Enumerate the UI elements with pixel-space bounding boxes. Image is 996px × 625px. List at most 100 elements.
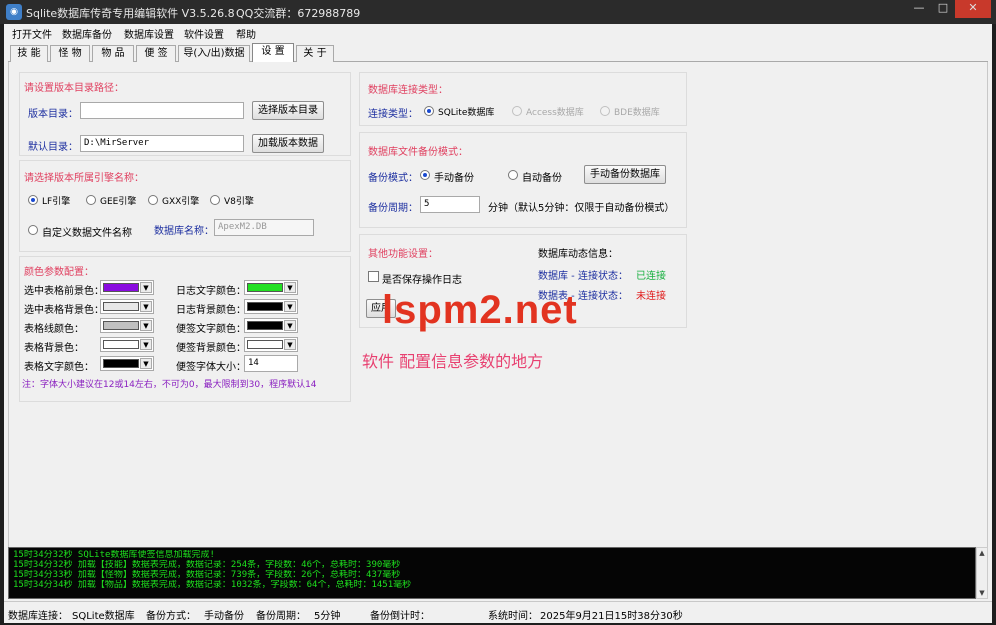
- color-panel-title: 颜色参数配置：: [24, 267, 94, 278]
- version-dir-input[interactable]: [80, 102, 244, 119]
- log-line: 15时34分34秒 加载【物品】数据表完成，数据记录：1032条，字段数：64个…: [13, 580, 412, 590]
- engine-panel: 请选择版本所属引擎名称： LF引擎 GEE引擎 GXX引擎 V8引擎 自定义数据…: [19, 160, 351, 252]
- watermark-text: lspm2.net: [382, 288, 578, 332]
- close-button[interactable]: ✕: [955, 0, 991, 18]
- backup-period-input[interactable]: 5: [420, 196, 480, 213]
- color-label-selected-bg: 选中表格背景色：: [24, 305, 104, 316]
- connection-panel-title: 数据库连接类型：: [368, 85, 448, 96]
- select-version-dir-button[interactable]: 选择版本目录: [252, 101, 324, 120]
- load-version-data-button[interactable]: 加载版本数据: [252, 134, 324, 153]
- color-combo-selected-bg[interactable]: ▼: [100, 299, 154, 314]
- status-period-label: 备份周期：: [256, 611, 306, 622]
- qq-group-text: QQ交流群：672988789: [236, 7, 361, 20]
- backup-panel: 数据库文件备份模式： 备份模式： 手动备份 自动备份 手动备份数据库 备份周期：…: [359, 132, 687, 228]
- tab-bar: 技 能 怪 物 物 品 便 签 导(入/出)数据 设 置 关 于: [8, 43, 988, 63]
- conn-radio-sqlite[interactable]: [424, 106, 434, 116]
- window-title: Sqlite数据库传奇专用编辑软件 V3.5.26.8: [26, 7, 235, 20]
- color-swatch: [103, 321, 139, 330]
- version-panel-title: 请设置版本目录路径：: [24, 83, 124, 94]
- dropdown-arrow-icon: ▼: [140, 320, 152, 331]
- tab-monsters[interactable]: 怪 物: [50, 45, 90, 62]
- font-size-input[interactable]: 14: [244, 355, 298, 372]
- dropdown-arrow-icon: ▼: [284, 339, 296, 350]
- db-name-input[interactable]: ApexM2.DB: [214, 219, 314, 236]
- default-dir-input[interactable]: D:\MirServer: [80, 135, 244, 152]
- settings-caption: 软件 配置信息参数的地方: [362, 352, 544, 371]
- color-combo-log-bg[interactable]: ▼: [244, 299, 298, 314]
- minimize-button[interactable]: —: [907, 0, 931, 18]
- menu-db-settings[interactable]: 数据库设置: [124, 26, 174, 41]
- color-combo-selected-fg[interactable]: ▼: [100, 280, 154, 295]
- log-output[interactable]: 15时34分32秒 SQLite数据库便签信息加载完成! 15时34分32秒 加…: [8, 547, 976, 599]
- db-connection-status-value: 已连接: [636, 271, 666, 282]
- scroll-down-icon[interactable]: ▼: [977, 588, 987, 598]
- menu-bar: 打开文件 数据库备份 数据库设置 软件设置 帮助: [4, 24, 992, 42]
- engine-radio-lf[interactable]: [28, 195, 38, 205]
- dropdown-arrow-icon: ▼: [284, 282, 296, 293]
- dropdown-arrow-icon: ▼: [284, 320, 296, 331]
- color-combo-log-text[interactable]: ▼: [244, 280, 298, 295]
- color-combo-table-text[interactable]: ▼: [100, 356, 154, 371]
- engine-label-lf: LF引擎: [42, 197, 71, 207]
- tab-notes[interactable]: 便 签: [136, 45, 176, 62]
- color-panel: 颜色参数配置： 选中表格前景色： ▼ 选中表格背景色： ▼ 表格线颜色： ▼ 表…: [19, 256, 351, 402]
- tab-skills[interactable]: 技 能: [10, 45, 48, 62]
- backup-label-manual: 手动备份: [434, 173, 474, 184]
- engine-label-v8: V8引擎: [224, 197, 254, 207]
- tab-about[interactable]: 关 于: [296, 45, 334, 62]
- menu-app-settings[interactable]: 软件设置: [184, 26, 224, 41]
- color-label-grid-line: 表格线颜色：: [24, 324, 84, 335]
- backup-radio-auto[interactable]: [508, 170, 518, 180]
- color-swatch: [103, 302, 139, 311]
- engine-radio-gxx[interactable]: [148, 195, 158, 205]
- tab-import-export[interactable]: 导(入/出)数据: [178, 45, 250, 62]
- color-combo-grid-line[interactable]: ▼: [100, 318, 154, 333]
- status-time-label: 系统时间：: [488, 611, 538, 622]
- menu-db-backup[interactable]: 数据库备份: [62, 26, 112, 41]
- color-swatch: [247, 283, 283, 292]
- color-swatch: [103, 359, 139, 368]
- db-name-label: 数据库名称：: [154, 226, 214, 237]
- scroll-up-icon[interactable]: ▲: [977, 548, 987, 558]
- color-swatch: [247, 302, 283, 311]
- dropdown-arrow-icon: ▼: [140, 301, 152, 312]
- color-label-log-bg: 日志背景颜色：: [176, 305, 246, 316]
- maximize-button[interactable]: □: [931, 0, 955, 18]
- status-period-value: 5分钟: [314, 611, 341, 622]
- status-bar: 数据库连接： SQLite数据库 备份方式： 手动备份 备份周期： 5分钟 备份…: [4, 601, 992, 623]
- log-line: 15时34分32秒 加载【技能】数据表完成，数据记录：254条，字段数：46个，…: [13, 560, 401, 570]
- color-combo-table-bg[interactable]: ▼: [100, 337, 154, 352]
- backup-radio-manual[interactable]: [420, 170, 430, 180]
- save-log-checkbox[interactable]: [368, 271, 379, 282]
- status-conn-value: SQLite数据库: [72, 611, 135, 622]
- app-logo-icon: ◉: [6, 4, 22, 20]
- conn-radio-bde[interactable]: [600, 106, 610, 116]
- connection-panel: 数据库连接类型： 连接类型： SQLite数据库 Access数据库 BDE数据…: [359, 72, 687, 126]
- color-swatch: [103, 283, 139, 292]
- status-conn-label: 数据库连接：: [8, 611, 68, 622]
- engine-radio-v8[interactable]: [210, 195, 220, 205]
- tab-items[interactable]: 物 品: [92, 45, 134, 62]
- color-combo-note-bg[interactable]: ▼: [244, 337, 298, 352]
- color-label-note-text: 便签文字颜色：: [176, 324, 246, 335]
- custom-datafile-radio[interactable]: [28, 225, 38, 235]
- color-swatch: [103, 340, 139, 349]
- log-scrollbar[interactable]: ▲ ▼: [976, 547, 988, 599]
- menu-help[interactable]: 帮助: [236, 26, 256, 41]
- log-line: 15时34分33秒 加载【怪物】数据表完成，数据记录：739条，字段数：26个，…: [13, 570, 401, 580]
- manual-backup-button[interactable]: 手动备份数据库: [584, 165, 666, 184]
- db-connection-status-label: 数据库 - 连接状态：: [538, 271, 628, 282]
- log-line: 15时34分32秒 SQLite数据库便签信息加载完成!: [13, 550, 215, 560]
- conn-label-access: Access数据库: [526, 108, 584, 118]
- color-swatch: [247, 321, 283, 330]
- backup-label-auto: 自动备份: [522, 173, 562, 184]
- dropdown-arrow-icon: ▼: [140, 339, 152, 350]
- color-combo-note-text[interactable]: ▼: [244, 318, 298, 333]
- color-swatch: [247, 340, 283, 349]
- color-label-note-bg: 便签背景颜色：: [176, 343, 246, 354]
- menu-open-file[interactable]: 打开文件: [12, 26, 52, 41]
- conn-radio-access[interactable]: [512, 106, 522, 116]
- engine-radio-gee[interactable]: [86, 195, 96, 205]
- font-size-note: 注：字体大小建议在12或14左右，不可为0，最大限制到30，程序默认14: [22, 380, 317, 390]
- tab-settings[interactable]: 设 置: [252, 43, 294, 63]
